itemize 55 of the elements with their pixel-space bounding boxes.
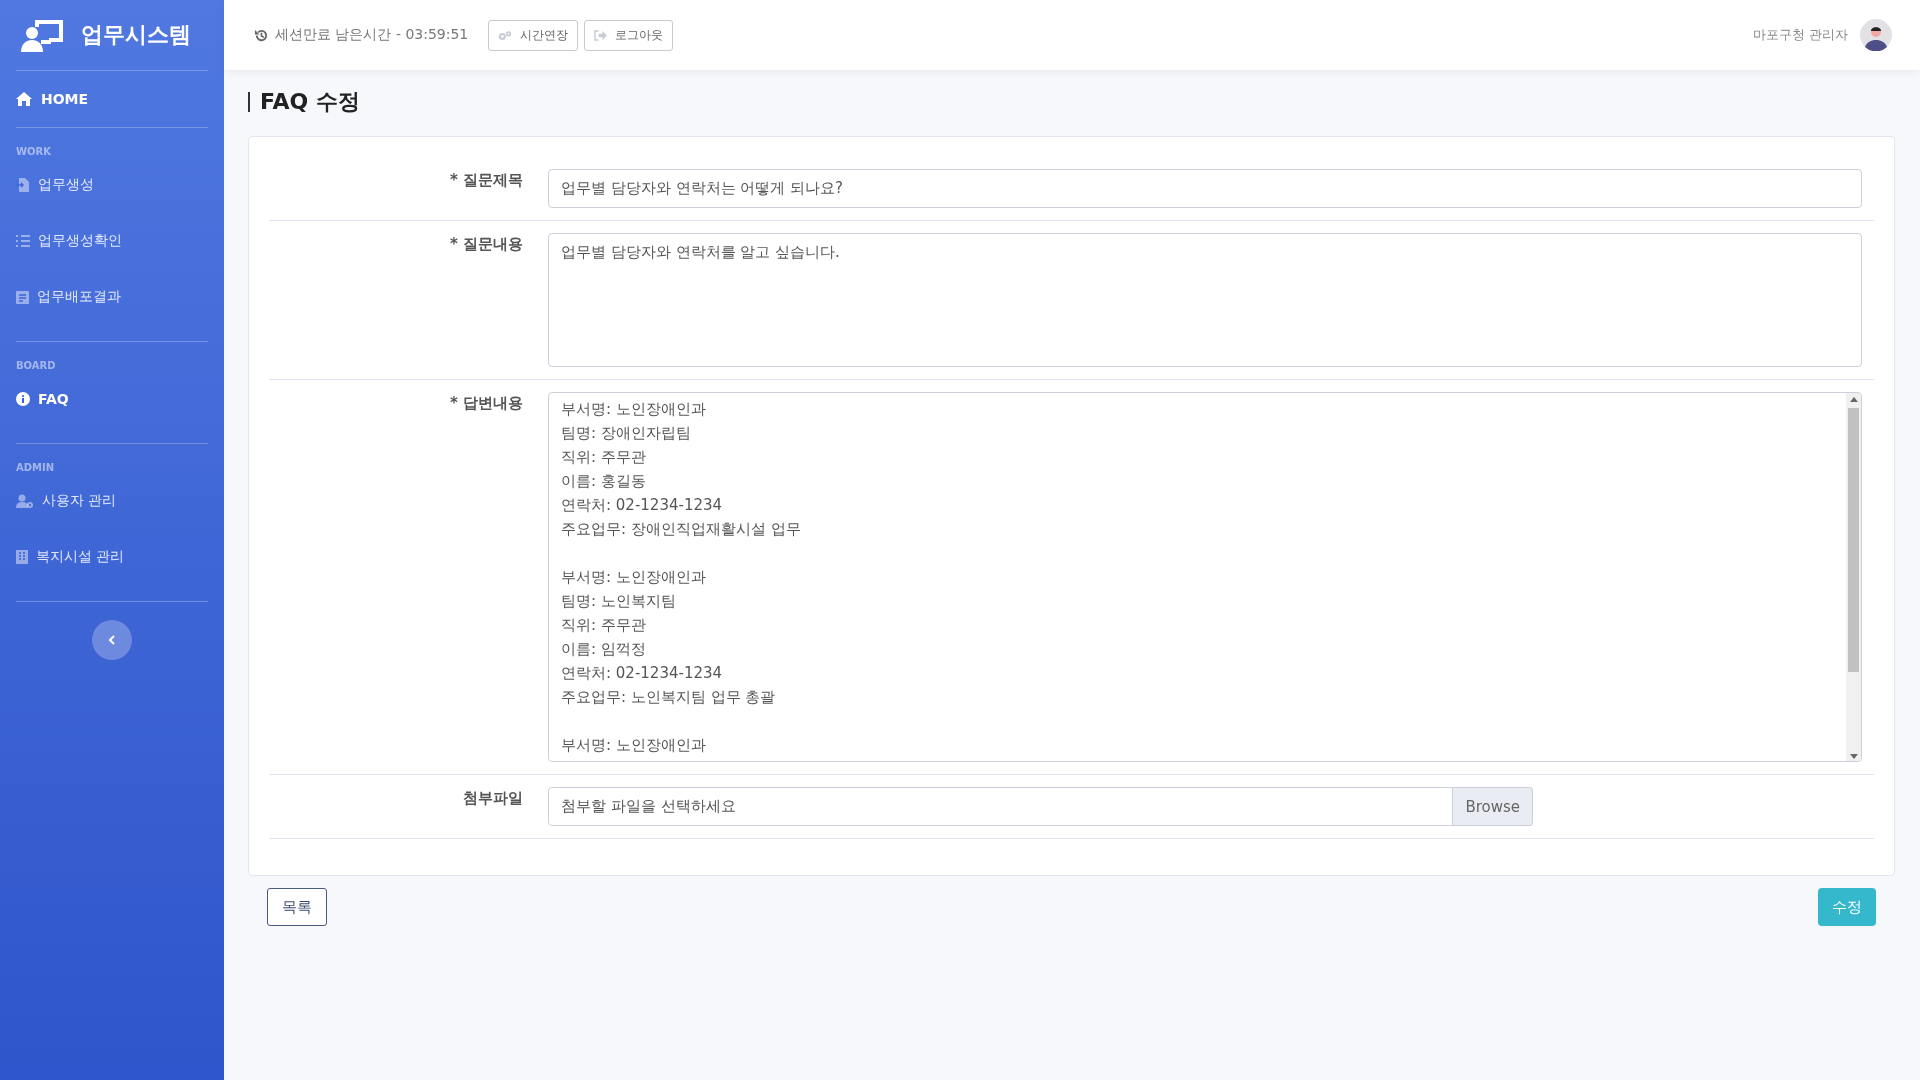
- field-label: * 답변내용: [448, 393, 524, 414]
- nav-item[interactable]: 업무배포결과: [16, 269, 208, 325]
- list-icon: [16, 235, 30, 247]
- brand-title: 업무시스템: [81, 21, 191, 49]
- answer-line: 부서명: 노인장애인과: [561, 735, 707, 756]
- building-icon: [16, 550, 28, 564]
- file-icon: [16, 178, 30, 192]
- question-field[interactable]: 업무별 담당자와 연락처를 알고 싶습니다.: [548, 233, 1862, 367]
- answer-line: 이름: 홍길동: [561, 471, 647, 492]
- answer-line: 팀명: 노인복지팀: [561, 591, 677, 612]
- document-icon: [16, 290, 29, 304]
- info-icon: [16, 392, 30, 406]
- answer-line: 부서명: 노인장애인과: [561, 567, 707, 588]
- extend-time-button[interactable]: 시간연장: [488, 19, 579, 51]
- scroll-down-icon[interactable]: [1849, 754, 1858, 759]
- session-timer: 세션만료 남은시간 - 03:59:51: [275, 26, 469, 44]
- section-heading: ADMIN: [16, 462, 56, 473]
- history-icon: [254, 27, 269, 43]
- avatar[interactable]: [1860, 19, 1892, 51]
- chevron-left-icon: [109, 635, 115, 645]
- house-icon: [16, 92, 32, 106]
- nav-item[interactable]: 사용자 관리: [16, 473, 208, 529]
- answer-line: 연락처: 02-1234-1234: [561, 663, 724, 684]
- logout-button[interactable]: 로그아웃: [584, 19, 674, 51]
- answer-line: 주요업무: 장애인직업재활시설 업무: [561, 519, 802, 540]
- answer-line: 부서명: 노인장애인과: [561, 399, 707, 420]
- title-field[interactable]: 업무별 담당자와 연락처는 어떻게 되나요?: [548, 169, 1862, 208]
- field-label: * 질문제목: [448, 170, 524, 191]
- field-label: 첨부파일: [462, 788, 524, 809]
- answer-field[interactable]: 부서명: 노인장애인과 팀명: 장애인자립팀 직위: 주무관 이름: 홍길동 연락처: 02-1234-1234 주요업무: 장애인직업재활시설 업무 부서명: 노인장애인과 팀명: 노인복지팀 직위: 주무관 이름: 임꺽정 연락처: 02-1234-1234 주요업무: 노인복지팀 업무 총괄 부서명: 노인장애인과: [548, 392, 1862, 762]
- answer-line: 직위: 주무관: [561, 447, 647, 468]
- nav-item[interactable]: 복지시설 관리: [16, 529, 208, 585]
- answer-line: 팀명: 장애인자립팀: [561, 423, 692, 444]
- section-heading: WORK: [16, 146, 52, 157]
- browse-button[interactable]: Browse: [1453, 787, 1533, 826]
- scrollbar[interactable]: [1846, 393, 1861, 761]
- nav-item[interactable]: 업무생성확인: [16, 213, 208, 269]
- answer-line: 직위: 주무관: [561, 615, 647, 636]
- user-name: 마포구청 관리자: [1752, 26, 1848, 44]
- nav-item[interactable]: FAQ: [16, 371, 208, 427]
- gears-icon: [498, 29, 513, 41]
- scroll-up-icon[interactable]: [1849, 397, 1858, 402]
- answer-line: 이름: 임꺽정: [561, 639, 647, 660]
- user-gear-icon: [16, 494, 34, 508]
- page-title: FAQ 수정: [248, 92, 1895, 112]
- presenter-icon: [21, 18, 65, 52]
- home-link[interactable]: HOME: [16, 71, 208, 127]
- sign-out-icon: [594, 29, 608, 41]
- file-field[interactable]: 첨부할 파일을 선택하세요: [548, 787, 1454, 826]
- field-label: * 질문내용: [448, 234, 524, 255]
- answer-line: 연락처: 02-1234-1234: [561, 495, 724, 516]
- list-button[interactable]: 목록: [267, 888, 327, 926]
- section-heading: BOARD: [16, 360, 57, 371]
- nav-item[interactable]: 업무생성: [16, 157, 208, 213]
- answer-line: 주요업무: 노인복지팀 업무 총괄: [561, 687, 777, 708]
